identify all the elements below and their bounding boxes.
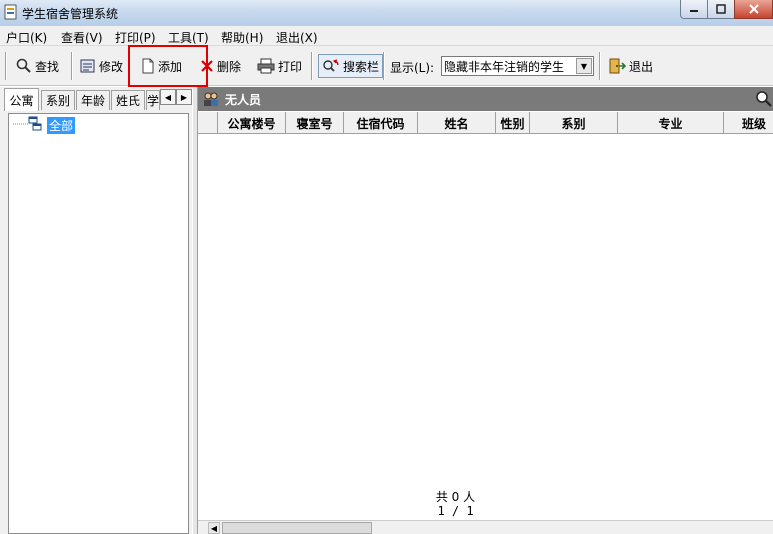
print-button[interactable]: 打印	[257, 54, 302, 78]
close-icon	[748, 4, 759, 14]
search-refresh-icon	[323, 59, 339, 72]
column-header-building[interactable]: 公寓楼号	[218, 112, 286, 134]
tab-scroll-buttons: ◀ ▶	[160, 89, 192, 105]
search-bar-toggle[interactable]: 搜索栏	[318, 54, 384, 78]
grid-header: 公寓楼号 寝室号 住宿代码 姓名 性别 系别 专业 班级	[198, 112, 773, 134]
minimize-button[interactable]	[680, 0, 708, 19]
column-header-class[interactable]: 班级	[724, 112, 773, 134]
tab-more[interactable]: 学	[146, 90, 160, 110]
tab-age[interactable]: 年龄	[76, 90, 110, 110]
toolbar-separator	[311, 52, 313, 80]
annotation-highlight-box	[128, 45, 208, 87]
maximize-icon	[716, 4, 726, 14]
chevron-left-icon[interactable]: ◀	[160, 89, 176, 105]
search-icon[interactable]	[755, 90, 773, 108]
print-label: 打印	[278, 59, 303, 74]
minimize-icon	[690, 10, 698, 12]
menu-item-help[interactable]: 帮助(H)	[221, 29, 263, 46]
column-header-department[interactable]: 系别	[530, 112, 618, 134]
menu-item-view[interactable]: 查看(V)	[61, 29, 103, 46]
exit-label: 退出	[629, 59, 654, 74]
horizontal-scrollbar[interactable]: ◀	[198, 520, 773, 534]
toolbar: 查找 修改 添加 删除 打印 搜索栏 显示(L): 退出	[0, 46, 773, 86]
magnifier-icon	[16, 58, 31, 73]
edit-label: 修改	[99, 59, 124, 74]
window-title: 学生宿舍管理系统	[22, 7, 119, 21]
category-tabs: 公寓 系别 年龄 姓氏 学 ◀ ▶	[0, 87, 192, 111]
column-header-room[interactable]: 寝室号	[286, 112, 344, 134]
exit-button[interactable]: 退出	[608, 54, 653, 78]
people-icon	[204, 92, 218, 106]
toolbar-separator	[71, 52, 73, 80]
menu-bar: 户口(K) 查看(V) 打印(P) 工具(T) 帮助(H) 退出(X)	[0, 26, 773, 46]
chevron-right-icon[interactable]: ▶	[176, 89, 192, 105]
title-bar: 学生宿舍管理系统	[0, 0, 773, 26]
exit-door-icon	[609, 58, 626, 74]
app-icon	[4, 4, 17, 20]
edit-icon	[80, 59, 95, 73]
printer-icon	[257, 58, 275, 74]
menu-item-tools[interactable]: 工具(T)	[168, 29, 209, 46]
toolbar-separator	[383, 52, 385, 80]
toolbar-separator	[599, 52, 601, 80]
chevron-down-icon[interactable]: ▼	[576, 58, 592, 74]
scroll-left-icon[interactable]: ◀	[208, 522, 220, 534]
menu-item-exit[interactable]: 退出(X)	[276, 29, 318, 46]
tab-apartment[interactable]: 公寓	[4, 88, 39, 111]
maximize-button[interactable]	[707, 0, 735, 19]
search-bar-label: 搜索栏	[343, 59, 380, 74]
tree-connector-icon	[13, 116, 42, 131]
menu-item-print[interactable]: 打印(P)	[115, 29, 156, 46]
tab-department[interactable]: 系别	[41, 90, 75, 110]
menu-item-account[interactable]: 户口(K)	[6, 29, 47, 46]
apartment-tree: 全部	[8, 113, 189, 534]
column-header-residence-code[interactable]: 住宿代码	[344, 112, 418, 134]
close-button[interactable]	[734, 0, 773, 19]
column-header-major[interactable]: 专业	[618, 112, 724, 134]
display-filter-value: 隐藏非本年注销的学生	[444, 59, 565, 74]
left-panel: 公寓 系别 年龄 姓氏 学 ◀ ▶ 全部	[0, 87, 192, 534]
results-title: 无人员	[225, 93, 262, 107]
results-header: 无人员	[198, 87, 773, 111]
tab-surname[interactable]: 姓氏	[111, 90, 145, 110]
record-count: 共 0 人	[435, 490, 476, 504]
find-label: 查找	[35, 59, 60, 74]
column-header-gender[interactable]: 性别	[496, 112, 530, 134]
tree-node-all[interactable]: 全部	[47, 117, 76, 134]
row-selector-header	[198, 112, 218, 134]
display-label: 显示(L):	[390, 61, 435, 75]
student-grid[interactable]: 共 0 人 1 / 1	[198, 134, 773, 520]
page-indicator: 1 / 1	[437, 504, 474, 518]
delete-label: 删除	[217, 59, 242, 74]
toolbar-separator	[5, 52, 7, 80]
find-button[interactable]: 查找	[16, 54, 59, 78]
column-header-name[interactable]: 姓名	[418, 112, 496, 134]
display-filter-select[interactable]: 隐藏非本年注销的学生 ▼	[441, 56, 594, 76]
edit-button[interactable]: 修改	[80, 54, 123, 78]
scrollbar-thumb[interactable]	[222, 522, 372, 534]
